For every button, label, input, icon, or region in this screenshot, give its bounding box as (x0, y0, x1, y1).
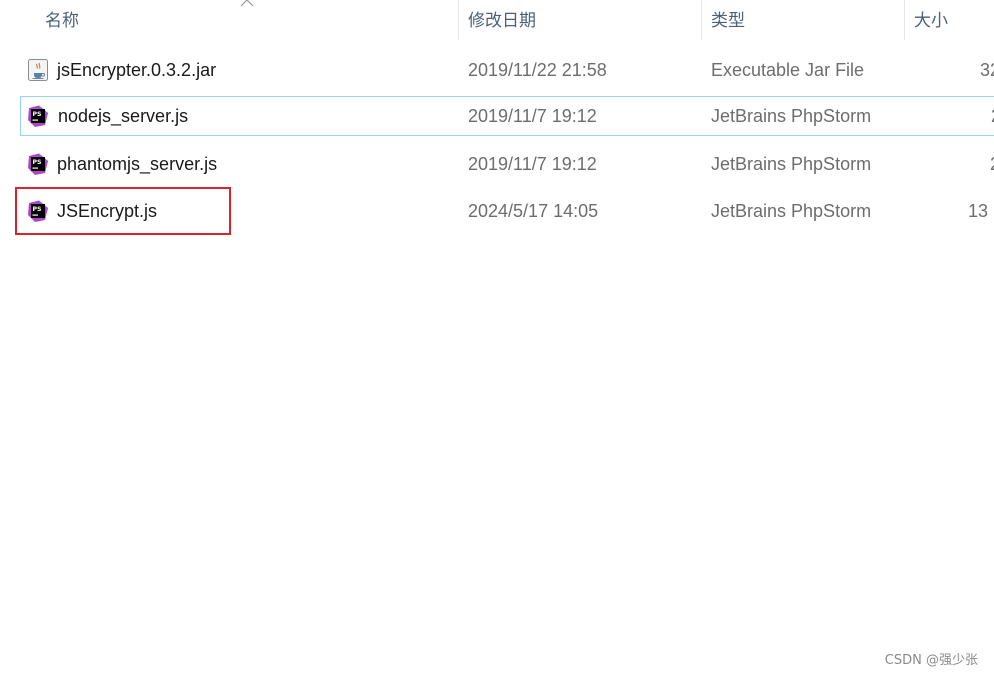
phpstorm-icon: PS (28, 200, 48, 222)
column-header: 名称 修改日期 类型 大小 (0, 0, 994, 42)
phpstorm-icon: PS (28, 153, 48, 175)
file-name: JSEncrypt.js (57, 201, 158, 221)
java-jar-icon (28, 59, 48, 81)
svg-text:PS: PS (33, 159, 42, 166)
svg-text:PS: PS (33, 206, 42, 213)
file-type: Executable Jar File (711, 60, 865, 80)
file-row[interactable]: PS JSEncrypt.js 2024/5/17 14:05 JetBrain… (20, 191, 994, 231)
file-name: phantomjs_server.js (57, 154, 218, 174)
file-name: jsEncrypter.0.3.2.jar (57, 60, 217, 80)
column-header-type[interactable]: 类型 (701, 0, 904, 42)
column-header-size[interactable]: 大小 (904, 0, 994, 42)
column-header-date[interactable]: 修改日期 (458, 0, 701, 42)
file-date: 2019/11/7 19:12 (468, 106, 597, 126)
file-row[interactable]: PS phantomjs_server.js 2019/11/7 19:12 J… (20, 144, 994, 184)
file-type: JetBrains PhpStorm (711, 106, 872, 126)
file-size: 2 (990, 144, 994, 184)
phpstorm-icon: PS (28, 105, 48, 127)
file-size: 13 (968, 201, 989, 221)
file-type: JetBrains PhpStorm (711, 201, 872, 221)
file-date: 2024/5/17 14:05 (468, 201, 599, 221)
column-header-name[interactable]: 名称 (35, 0, 458, 42)
watermark: CSDN @强少张 (884, 653, 978, 668)
file-explorer-view: 名称 修改日期 类型 大小 jsEncrypter.0.3.2.jar 2019… (0, 0, 994, 676)
file-date: 2019/11/7 19:12 (468, 154, 597, 174)
file-row[interactable]: jsEncrypter.0.3.2.jar 2019/11/22 21:58 E… (20, 50, 994, 90)
file-row[interactable]: PS nodejs_server.js 2019/11/7 19:12 JetB… (20, 96, 994, 136)
svg-text:PS: PS (33, 111, 42, 118)
file-date: 2019/11/22 21:58 (468, 60, 607, 80)
file-name: nodejs_server.js (58, 106, 189, 126)
file-size: 32 (980, 60, 994, 80)
file-type: JetBrains PhpStorm (711, 154, 872, 174)
